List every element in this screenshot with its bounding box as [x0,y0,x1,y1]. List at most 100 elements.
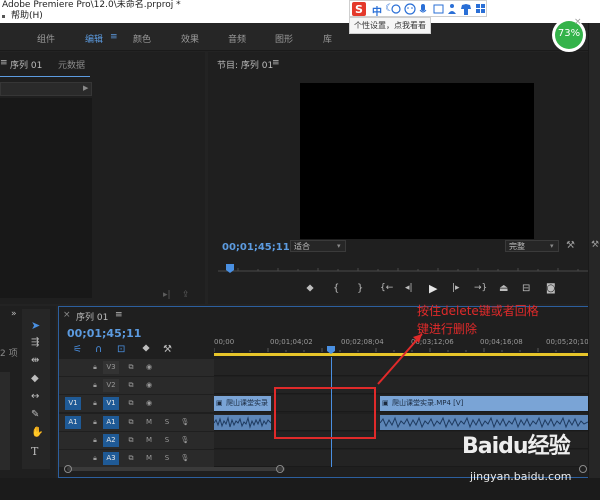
camera-icon[interactable]: ◙ [546,283,556,294]
source-patch-a1[interactable]: A1 [65,416,81,429]
fit-value: 适合 [294,242,310,251]
export-frame-icon[interactable]: ⇪ [182,290,190,300]
source-patch-v1[interactable]: V1 [65,397,81,410]
mark-out-icon[interactable]: } [357,283,363,294]
workspace-tab-editing[interactable]: 编辑 [85,32,103,45]
fit-select[interactable]: 适合 ▾ [290,240,346,252]
sync-lock-icon[interactable]: ⧉ [123,452,139,465]
program-timecode[interactable]: 00;01;45;11 [222,242,290,253]
workspace-tab-assembly[interactable]: 组件 [37,32,55,45]
battery-widget[interactable]: 73% [551,17,587,53]
solo-button[interactable]: S [159,434,175,447]
sync-lock-icon[interactable]: ⧉ [123,434,139,447]
track-header-v1: V1 🔒︎ V1 ⧉ ◉ [59,395,214,412]
tab-sequence[interactable]: 序列 01 [10,58,42,71]
menu-item-help[interactable]: 帮助(H) [11,10,43,23]
voiceover-icon[interactable]: 🎙︎ [177,416,193,429]
source-dropdown[interactable]: ▶ [0,82,92,96]
add-marker-icon[interactable]: ⯁ [142,344,150,355]
workspace-tab-effects[interactable]: 效果 [181,32,199,45]
panel-expand-icon[interactable]: » [11,309,17,319]
eye-icon[interactable]: ◉ [141,361,157,374]
mark-in-icon[interactable]: { [333,283,339,294]
timeline-close-icon[interactable]: × [63,310,71,320]
workspace-menu-icon[interactable]: ≡ [110,32,118,42]
mute-button[interactable]: M [141,434,157,447]
track-select-icon[interactable]: ⇶ [31,337,39,348]
extract-icon[interactable]: ⊟ [522,283,530,294]
slip-icon[interactable]: ↔ [31,391,39,402]
type-tool-icon[interactable]: T [31,445,38,458]
pen-icon[interactable]: ✎ [31,409,39,420]
sync-lock-icon[interactable]: ⧉ [123,397,139,410]
track-name-v2[interactable]: V2 [103,379,119,392]
ripple-edit-icon[interactable]: ⇹ [31,355,39,366]
linked-selection-icon[interactable]: ⊡ [117,344,125,355]
step-forward-icon[interactable]: |▸ [452,283,460,293]
solo-button[interactable]: S [159,452,175,465]
snap-icon[interactable]: ∩ [95,344,102,355]
voiceover-icon[interactable]: 🎙︎ [177,434,193,447]
track-name-a3[interactable]: A3 [103,452,119,465]
program-scrubber[interactable] [218,264,588,274]
go-to-in-icon[interactable]: {← [380,283,393,293]
sync-lock-icon[interactable]: ⧉ [123,416,139,429]
workspace-tab-libraries[interactable]: 库 [323,32,332,45]
source-panel-menu-icon[interactable]: ≡ [0,58,8,68]
lock-icon[interactable]: 🔒︎ [87,397,103,410]
timeline-header-scrollbar[interactable] [67,467,285,471]
tab-metadata[interactable]: 元数据 [58,58,85,71]
lock-icon[interactable]: 🔒︎ [87,434,103,447]
workspace-tab-color[interactable]: 颜色 [133,32,151,45]
drag-video-icon[interactable]: ▸| [163,290,171,300]
go-to-out-icon[interactable]: →} [474,283,487,293]
track-name-v3[interactable]: V3 [103,361,119,374]
eye-icon[interactable]: ◉ [141,397,157,410]
wrench-icon[interactable]: ⚒ [566,240,575,251]
lock-icon[interactable]: 🔒︎ [87,379,103,392]
timeline-timecode[interactable]: 00;01;45;11 [67,327,141,340]
ime-moon-icon[interactable]: ☾ [385,3,394,14]
razor-icon[interactable]: ◆ [31,373,39,384]
scroll-handle-mid[interactable] [276,465,284,473]
sync-lock-icon[interactable]: ⧉ [123,361,139,374]
audio-clip-left[interactable] [214,415,271,430]
timeline-settings-icon[interactable]: ⚒ [163,344,172,355]
watermark-brand: Baidu经验 [462,434,571,459]
workspace-tab-audio[interactable]: 音频 [228,32,246,45]
voiceover-icon[interactable]: 🎙︎ [177,452,193,465]
ime-toolbar[interactable]: S 中 ☾ [349,0,487,18]
mute-button[interactable]: M [141,416,157,429]
track-name-v1[interactable]: V1 [103,397,119,410]
lift-icon[interactable]: ⏏ [499,283,508,294]
eye-icon[interactable]: ◉ [141,379,157,392]
video-clip-right[interactable]: ▣ 爬山课堂实录.MP4 [V] [380,396,588,411]
timeline-menu-icon[interactable]: ≡ [115,310,123,320]
lock-icon[interactable]: 🔒︎ [87,452,103,465]
side-wrench-icon[interactable]: ⚒ [591,240,599,250]
quality-select[interactable]: 完整 ▾ [505,240,559,252]
workspace-tab-graphics[interactable]: 图形 [275,32,293,45]
selection-tool-icon[interactable]: ➤ [31,319,40,332]
insert-overwrite-icon[interactable]: ⚟ [73,344,82,355]
lock-icon[interactable]: 🔒︎ [87,361,103,374]
video-clip-left[interactable]: ▣ 爬山课堂实录 [214,396,271,411]
hand-icon[interactable]: ✋ [31,427,43,438]
grid-icon [476,4,480,8]
ime-mode-zh[interactable]: 中 [372,3,382,18]
battery-percent: 73% [557,28,581,39]
play-icon[interactable]: ▶ [429,282,437,295]
solo-button[interactable]: S [159,416,175,429]
marker-icon[interactable]: ⯁ [306,284,314,295]
mute-button[interactable]: M [141,452,157,465]
scroll-handle-left[interactable] [64,465,72,473]
close-icon[interactable]: × [574,17,582,27]
scroll-handle-right[interactable] [579,465,587,473]
sync-lock-icon[interactable]: ⧉ [123,379,139,392]
track-name-a2[interactable]: A2 [103,434,119,447]
step-back-icon[interactable]: ◂| [405,283,413,293]
program-menu-icon[interactable]: ≡ [272,58,280,68]
lock-icon[interactable]: 🔒︎ [87,416,103,429]
track-name-a1[interactable]: A1 [103,416,119,429]
timeline-tab[interactable]: 序列 01 [76,310,108,323]
